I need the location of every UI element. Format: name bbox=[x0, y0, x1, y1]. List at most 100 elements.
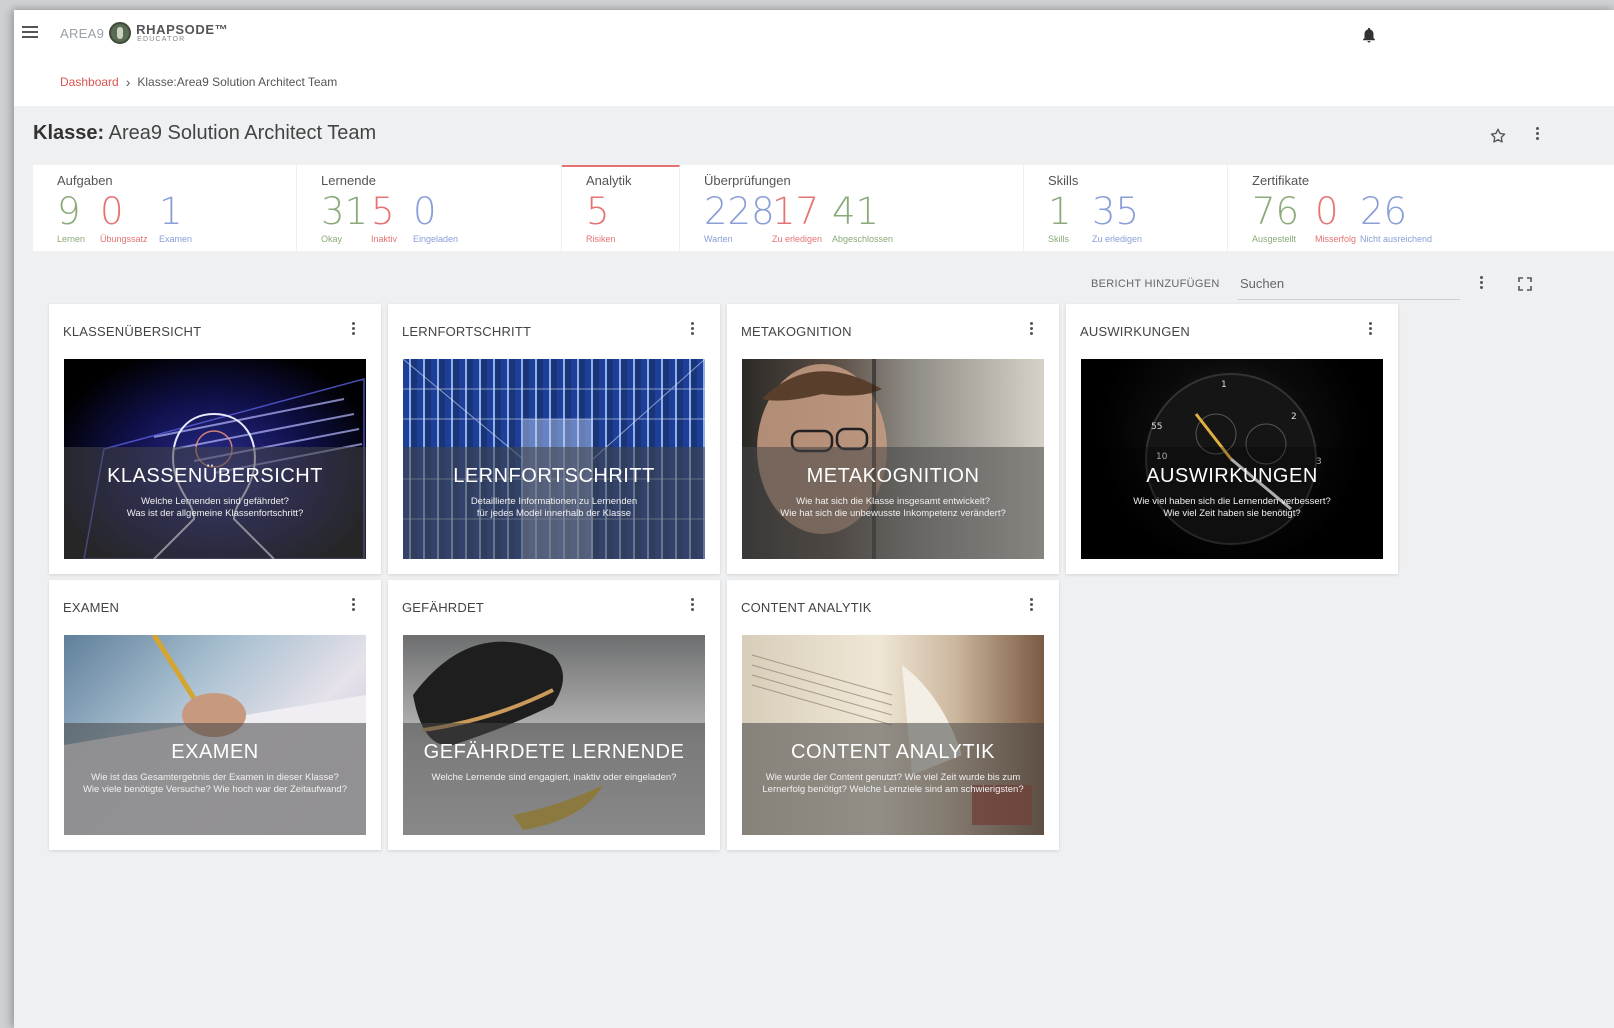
card-description-line: Wie viele benötigte Versuche? Wie hoch w… bbox=[82, 784, 348, 795]
card-image[interactable]: 123 55 10 AUSWIRKUNGEN Wie viel haben sic… bbox=[1081, 359, 1383, 559]
svg-text:1: 1 bbox=[1221, 380, 1227, 390]
stat-label: Übungssatz bbox=[100, 234, 148, 244]
stat-value: 31 bbox=[321, 190, 369, 233]
card-header: LERNFORTSCHRITT bbox=[402, 324, 532, 339]
chevron-right-icon: › bbox=[125, 74, 131, 90]
stat-value: 26 bbox=[1360, 190, 1408, 233]
card-overlay: EXAMEN Wie ist das Gesamtergebnis der Ex… bbox=[64, 723, 366, 835]
page-title: Klasse: Area9 Solution Architect Team bbox=[33, 122, 376, 145]
card-more-options-icon[interactable] bbox=[688, 598, 696, 614]
card-title: CONTENT ANALYTIK bbox=[791, 741, 995, 763]
stat-title: Lernende bbox=[321, 173, 376, 188]
report-card-gefaehrdet: GEFÄHRDET GEFÄHRDETE LERNENDE Welche Ler… bbox=[388, 580, 720, 850]
card-more-options-icon[interactable] bbox=[1366, 322, 1374, 338]
card-image[interactable]: EXAMEN Wie ist das Gesamtergebnis der Ex… bbox=[64, 635, 366, 835]
card-overlay: LERNFORTSCHRITT Detaillierte Information… bbox=[403, 447, 705, 559]
stat-title: Überprüfungen bbox=[704, 173, 791, 188]
stat-label: Okay bbox=[321, 234, 343, 244]
notification-bell-icon[interactable] bbox=[1360, 26, 1378, 44]
stat-lernende[interactable]: Lernende 31 Okay 5 Inaktiv 0 Eingeladen bbox=[297, 165, 562, 251]
card-description-line: Wie ist das Gesamtergebnis der Examen in… bbox=[91, 772, 339, 783]
toolbar-more-options-icon[interactable] bbox=[1477, 276, 1485, 292]
fullscreen-icon[interactable] bbox=[1518, 277, 1532, 291]
card-image[interactable]: LERNFORTSCHRITT Detaillierte Information… bbox=[403, 359, 705, 559]
svg-text:2: 2 bbox=[1291, 412, 1297, 422]
stat-label: Eingeladen bbox=[413, 234, 459, 244]
report-card-examen: EXAMEN EXAMEN Wie ist das Gesamtergebnis… bbox=[49, 580, 381, 850]
stat-label: Zu erledigen bbox=[1092, 234, 1143, 244]
stat-label: Nicht ausreichend bbox=[1360, 234, 1433, 244]
card-description-line: Detaillierte Informationen zu Lernenden bbox=[470, 496, 638, 507]
stat-label: Misserfolg bbox=[1315, 234, 1357, 244]
card-image[interactable]: GEFÄHRDETE LERNENDE Welche Lernende sind… bbox=[403, 635, 705, 835]
card-overlay: GEFÄHRDETE LERNENDE Welche Lernende sind… bbox=[403, 723, 705, 835]
search-input[interactable] bbox=[1238, 268, 1460, 300]
brand-name: RHAPSODE™ bbox=[136, 22, 229, 37]
card-header: CONTENT ANALYTIK bbox=[741, 600, 872, 615]
card-header: METAKOGNITION bbox=[741, 324, 852, 339]
stat-label: Skills bbox=[1048, 234, 1070, 244]
top-bar: AREA9 RHAPSODE™ EDUCATOR bbox=[14, 10, 1614, 60]
card-title: KLASSENÜBERSICHT bbox=[107, 465, 323, 487]
card-image[interactable]: METAKOGNITION Wie hat sich die Klasse in… bbox=[742, 359, 1044, 559]
card-title: AUSWIRKUNGEN bbox=[1146, 465, 1318, 487]
card-overlay: CONTENT ANALYTIK Wie wurde der Content g… bbox=[742, 723, 1044, 835]
stat-value: 0 bbox=[413, 190, 437, 233]
hamburger-menu-icon[interactable] bbox=[22, 26, 38, 40]
stat-value: 9 bbox=[57, 190, 81, 233]
card-description-line: Wie wurde der Content genutzt? Wie viel … bbox=[765, 772, 1021, 783]
brand-logo[interactable]: AREA9 RHAPSODE™ EDUCATOR bbox=[60, 22, 228, 44]
stat-label: Zu erledigen bbox=[772, 234, 823, 244]
stat-value: 0 bbox=[1315, 190, 1339, 233]
stat-value: 35 bbox=[1092, 190, 1140, 233]
stats-bar: Aufgaben 9 Lernen 0 Übungssatz 1 Examen Ler… bbox=[33, 165, 1614, 251]
star-favorite-icon[interactable] bbox=[1489, 127, 1507, 145]
card-header: AUSWIRKUNGEN bbox=[1080, 324, 1191, 339]
stat-label: Abgeschlossen bbox=[832, 234, 894, 244]
card-image[interactable]: CONTENT ANALYTIK Wie wurde der Content g… bbox=[742, 635, 1044, 835]
card-overlay: KLASSENÜBERSICHT Welche Lernenden sind g… bbox=[64, 447, 366, 559]
card-more-options-icon[interactable] bbox=[688, 322, 696, 338]
card-description-line: Welche Lernenden sind gefährdet? bbox=[141, 496, 289, 507]
stat-label: Lernen bbox=[57, 234, 86, 244]
stat-value: 76 bbox=[1252, 190, 1300, 233]
report-card-metakognition: METAKOGNITION METAKOGNITION Wie hat sich… bbox=[727, 304, 1059, 574]
stat-value: 5 bbox=[371, 190, 395, 233]
stat-title: Skills bbox=[1048, 173, 1079, 188]
stat-skills[interactable]: Skills 1 Skills 35 Zu erledigen bbox=[1024, 165, 1228, 251]
stat-zertifikate[interactable]: Zertifikate 76 Ausgestellt 0 Misserfolg 26… bbox=[1228, 165, 1614, 251]
card-description-line: Wie hat sich die Klasse insgesamt entwic… bbox=[796, 496, 990, 507]
card-description-line: Wie viel haben sich die Lernenden verbes… bbox=[1133, 496, 1331, 507]
report-card-auswirkungen: AUSWIRKUNGEN 123 55 10 AUSWIRKUNGEN Wie v… bbox=[1066, 304, 1398, 574]
card-description-line: Lernerfolg benötigt? Welche Lernziele si… bbox=[762, 784, 1024, 795]
card-more-options-icon[interactable] bbox=[349, 322, 357, 338]
card-description-line: für jedes Model innerhalb der Klasse bbox=[476, 508, 632, 519]
breadcrumb-dashboard-link[interactable]: Dashboard bbox=[60, 75, 119, 89]
stat-aufgaben[interactable]: Aufgaben 9 Lernen 0 Übungssatz 1 Examen bbox=[33, 165, 297, 251]
stat-value: 228 bbox=[704, 190, 775, 233]
card-more-options-icon[interactable] bbox=[1027, 598, 1035, 614]
card-title: LERNFORTSCHRITT bbox=[453, 465, 655, 487]
svg-text:55: 55 bbox=[1151, 422, 1162, 432]
app-window: AREA9 RHAPSODE™ EDUCATOR Dashboard › Kla… bbox=[14, 10, 1614, 1028]
card-image[interactable]: KLASSENÜBERSICHT Welche Lernenden sind g… bbox=[64, 359, 366, 559]
stat-value: 0 bbox=[100, 190, 124, 233]
card-more-options-icon[interactable] bbox=[1027, 322, 1035, 338]
card-description-line: Welche Lernende sind engagiert, inaktiv … bbox=[431, 772, 677, 783]
page-more-options-icon[interactable] bbox=[1532, 127, 1542, 145]
add-report-button[interactable]: BERICHT HINZUFÜGEN bbox=[1091, 278, 1220, 290]
page-title-name: Area9 Solution Architect Team bbox=[108, 122, 377, 144]
card-header: EXAMEN bbox=[63, 600, 120, 615]
report-card-content-analytik: CONTENT ANALYTIK CONTENT ANALYTIK Wie wu… bbox=[727, 580, 1059, 850]
card-overlay: METAKOGNITION Wie hat sich die Klasse in… bbox=[742, 447, 1044, 559]
stat-label: Examen bbox=[159, 234, 193, 244]
card-description-line: Wie hat sich die unbewusste Inkompetenz … bbox=[780, 508, 1006, 519]
page-title-prefix: Klasse: bbox=[33, 122, 105, 144]
card-more-options-icon[interactable] bbox=[349, 598, 357, 614]
stat-analytik[interactable]: Analytik 5 Risiken bbox=[562, 165, 680, 251]
stat-title: Aufgaben bbox=[57, 173, 113, 188]
card-title: GEFÄHRDETE LERNENDE bbox=[423, 741, 685, 763]
stat-ueberpruefungen[interactable]: Überprüfungen 228 Warten 17 Zu erledigen 4… bbox=[680, 165, 1024, 251]
stat-label: Warten bbox=[704, 234, 733, 244]
breadcrumb: Dashboard › Klasse:Area9 Solution Archit… bbox=[60, 74, 337, 90]
